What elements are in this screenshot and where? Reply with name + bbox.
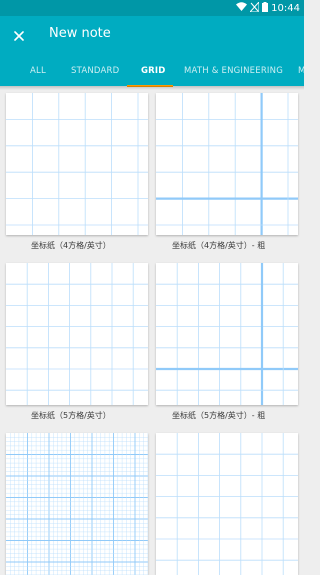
template-card[interactable] (156, 93, 298, 235)
status-icons: 10:44 (236, 0, 300, 15)
status-time: 10:44 (271, 2, 300, 14)
template-card[interactable] (156, 433, 298, 575)
app-bar: New note (0, 16, 304, 56)
status-bar: 10:44 (0, 0, 304, 16)
appbar-shadow (0, 86, 304, 90)
tab-more[interactable]: M (298, 56, 304, 86)
wifi-icon (236, 2, 248, 14)
tab-standard[interactable]: STANDARD (71, 56, 119, 86)
template-label: 坐标纸（5方格/英寸） (31, 411, 111, 420)
tab-bar: ALL STANDARD GRID MATH & ENGINEERING M (0, 56, 304, 86)
template-label: 坐标纸（4方格/英寸）- 粗 (172, 241, 266, 250)
battery-icon (262, 1, 269, 15)
template-label: 坐标纸（5方格/英寸）- 粗 (172, 411, 266, 420)
template-card[interactable] (6, 263, 148, 405)
signal-off-icon (249, 0, 260, 15)
tab-math-engineering[interactable]: MATH & ENGINEERING (184, 56, 283, 86)
template-card[interactable] (6, 433, 148, 575)
close-icon (14, 26, 24, 45)
tab-all[interactable]: ALL (30, 56, 46, 86)
tab-grid[interactable]: GRID (141, 56, 166, 86)
template-card[interactable] (156, 263, 298, 405)
template-label: 坐标纸（4方格/英寸） (31, 241, 111, 250)
template-card[interactable] (6, 93, 148, 235)
page-title: New note (49, 26, 111, 41)
close-button[interactable] (6, 22, 32, 48)
